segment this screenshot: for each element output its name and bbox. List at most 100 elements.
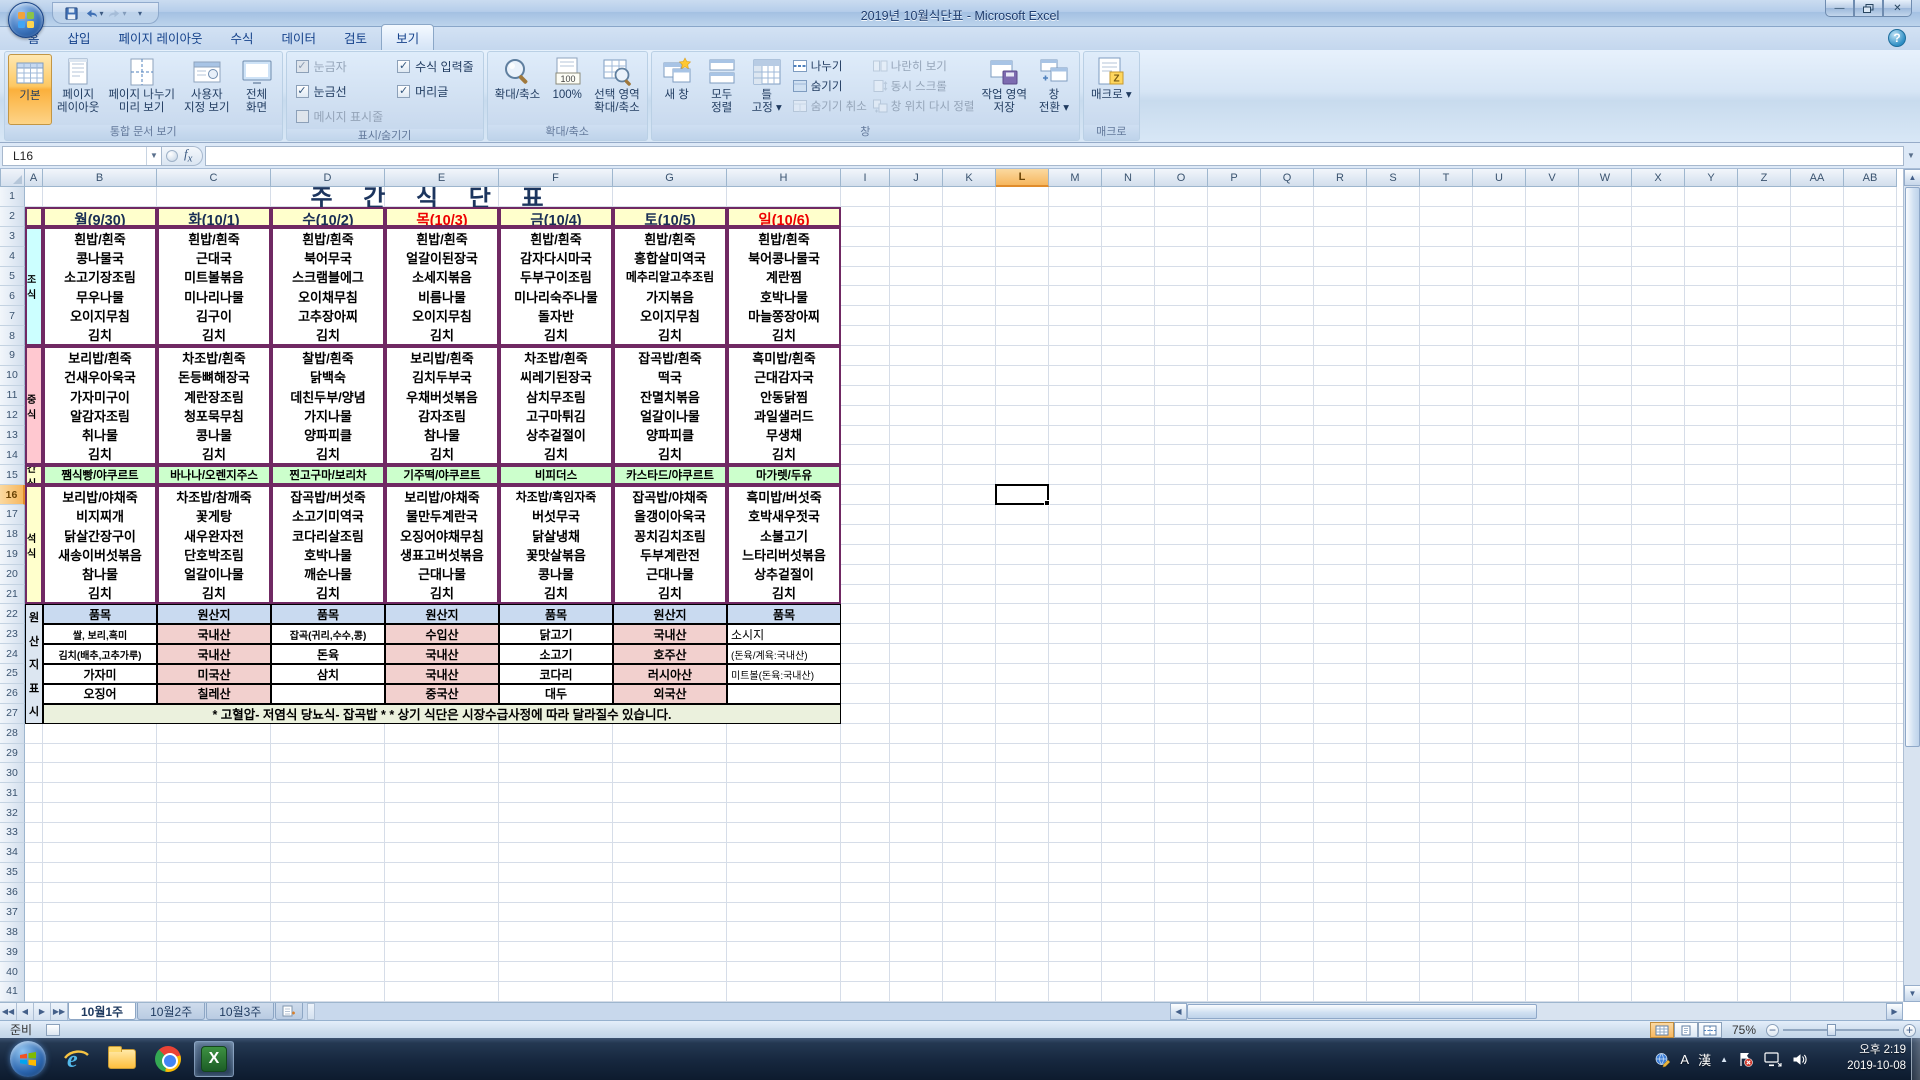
scroll-down-button[interactable]: ▼ <box>1904 985 1920 1002</box>
origin-header-cell[interactable]: 원산지 <box>385 604 499 625</box>
vertical-scroll-thumb[interactable] <box>1905 187 1920 747</box>
column-header-A[interactable]: A <box>25 169 43 187</box>
sheet-tab-10월1주[interactable]: 10월1주 <box>68 1003 137 1020</box>
menu-day-cell[interactable]: 흑미밥/버섯죽 호박새우젓국 소불고기 느타리버섯볶음 상추겉절이 김치 <box>727 485 841 605</box>
origin-cell[interactable]: 코다리 <box>499 664 613 684</box>
taskbar-clock[interactable]: 오후 2:19 2019-10-08 <box>1847 1042 1906 1074</box>
origin-cell[interactable]: 국내산 <box>385 644 499 665</box>
origin-cell[interactable]: 칠레산 <box>157 683 271 704</box>
row-header-5[interactable]: 5 <box>0 266 25 287</box>
row-header-34[interactable]: 34 <box>0 842 25 863</box>
sheet-grid[interactable]: 주 간 식 단 표 월(9/30) 화(10/1) 수(10/2) 목(10/3) 금(1… <box>25 187 1903 1002</box>
origin-cell[interactable]: 쌀, 보리,흑미 <box>43 624 157 645</box>
row-header-29[interactable]: 29 <box>0 743 25 764</box>
snack-cell[interactable]: 카스타드/야쿠르트 <box>613 465 727 486</box>
row-header-21[interactable]: 21 <box>0 584 25 605</box>
row-header-20[interactable]: 20 <box>0 564 25 585</box>
row-header-12[interactable]: 12 <box>0 405 25 426</box>
column-header-L[interactable]: L <box>996 169 1049 187</box>
page-layout-view-button[interactable]: 페이지 레이아웃 <box>53 54 103 125</box>
menu-day-cell[interactable]: 흰밥/흰죽 홍합살미역국 메추리알고추조림 가지볶음 오이지무침 김치 <box>613 226 727 347</box>
chrome-button[interactable] <box>148 1041 188 1077</box>
column-header-E[interactable]: E <box>385 169 499 187</box>
expand-formula-bar-button[interactable]: ▼ <box>1904 146 1918 166</box>
split-button[interactable]: 나누기 <box>792 57 867 74</box>
origin-cell[interactable]: 호주산 <box>613 644 727 665</box>
column-header-H[interactable]: H <box>727 169 841 187</box>
hide-button[interactable]: 숨기기 <box>792 77 867 94</box>
row-header-17[interactable]: 17 <box>0 505 25 525</box>
origin-cell[interactable]: (돈육/계육:국내산) <box>727 644 841 665</box>
new-window-button[interactable]: 새 창 <box>655 54 699 125</box>
day-header-cell[interactable]: 토(10/5) <box>613 206 727 227</box>
menu-day-cell[interactable]: 잡곡밥/야채죽 올갱이아욱국 꽁치김치조림 두부계란전 근대나물 김치 <box>613 485 727 605</box>
row-header-4[interactable]: 4 <box>0 246 25 267</box>
origin-cell[interactable]: 국내산 <box>157 644 271 665</box>
menu-day-cell[interactable]: 흑미밥/흰죽 근대감자국 안동닭찜 과일샐러드 무생채 김치 <box>727 346 841 466</box>
row-header-22[interactable]: 22 <box>0 604 25 625</box>
menu-day-cell[interactable]: 잡곡밥/흰죽 떡국 잔멸치볶음 얼갈이나물 양파피클 김치 <box>613 346 727 466</box>
column-header-Q[interactable]: Q <box>1261 169 1314 187</box>
column-header-AA[interactable]: AA <box>1791 169 1844 187</box>
snack-cell[interactable]: 바나나/오렌지주스 <box>157 465 271 486</box>
zoom-level-label[interactable]: 75% <box>1728 1023 1760 1037</box>
freeze-panes-button[interactable]: 틀 고정 ▾ <box>745 54 789 125</box>
restore-button[interactable] <box>1854 0 1883 17</box>
origin-cell[interactable]: 오징어 <box>43 683 157 704</box>
ribbon-tab-삽입[interactable]: 삽입 <box>54 25 105 50</box>
note-row[interactable]: * 고혈압- 저염식 당뇨식- 잡곡밥 * * 상기 식단은 시장수급사정에 따… <box>43 703 841 724</box>
row-header-19[interactable]: 19 <box>0 544 25 565</box>
menu-day-cell[interactable]: 흰밥/흰죽 북어무국 스크램블에그 오이채무침 고추장아찌 김치 <box>271 226 385 347</box>
row-header-40[interactable]: 40 <box>0 962 25 982</box>
ribbon-tab-수식[interactable]: 수식 <box>217 25 268 50</box>
custom-views-button[interactable]: 사용자 지정 보기 <box>180 54 234 125</box>
formula-bar-checkbox[interactable]: ✓ 수식 입력줄 <box>397 58 474 75</box>
snack-cell[interactable]: 찐고구마/보리차 <box>271 465 385 486</box>
ime-hanja-indicator[interactable]: 漢 <box>1698 1050 1711 1069</box>
day-header-cell[interactable]: 화(10/1) <box>157 206 271 227</box>
sheet-tab-10월2주[interactable]: 10월2주 <box>137 1003 206 1020</box>
row-header-8[interactable]: 8 <box>0 326 25 346</box>
zoom-button[interactable]: 확대/축소 <box>491 54 545 125</box>
menu-day-cell[interactable]: 찰밥/흰죽 닭백숙 데친두부/양념 가지나물 양파피클 김치 <box>271 346 385 466</box>
tab-split-handle[interactable] <box>307 1003 316 1020</box>
volume-icon[interactable] <box>1791 1051 1808 1068</box>
column-header-K[interactable]: K <box>943 169 996 187</box>
row-header-6[interactable]: 6 <box>0 286 25 307</box>
origin-cell[interactable]: 미트볼(돈육:국내산) <box>727 664 841 684</box>
zoom-in-button[interactable]: + <box>1903 1023 1916 1037</box>
column-header-AB[interactable]: AB <box>1844 169 1897 187</box>
switch-windows-button[interactable]: 창 전환 ▾ <box>1032 54 1076 125</box>
row-header-13[interactable]: 13 <box>0 425 25 446</box>
minimize-button[interactable]: — <box>1825 0 1854 17</box>
column-header-W[interactable]: W <box>1579 169 1632 187</box>
menu-day-cell[interactable]: 보리밥/흰죽 건새우아욱국 가자미구이 알감자조림 취나물 김치 <box>43 346 157 466</box>
row-header-36[interactable]: 36 <box>0 882 25 903</box>
day-header-cell[interactable]: 금(10/4) <box>499 206 613 227</box>
row-header-26[interactable]: 26 <box>0 683 25 704</box>
row-header-24[interactable]: 24 <box>0 644 25 664</box>
row-header-16[interactable]: 16 <box>0 485 25 505</box>
last-sheet-button[interactable]: ▶▶ <box>51 1003 68 1020</box>
insert-worksheet-button[interactable] <box>275 1003 304 1020</box>
row-header-32[interactable]: 32 <box>0 803 25 823</box>
column-header-T[interactable]: T <box>1420 169 1473 187</box>
origin-cell[interactable]: 소고기 <box>499 644 613 665</box>
scroll-right-button[interactable]: ▶ <box>1886 1003 1903 1020</box>
column-header-F[interactable]: F <box>499 169 613 187</box>
full-screen-button[interactable]: 전체 화면 <box>235 54 279 125</box>
menu-day-cell[interactable]: 잡곡밥/버섯죽 소고기미역국 코다리살조림 호박나물 깨순나물 김치 <box>271 485 385 605</box>
origin-cell[interactable]: 삼치 <box>271 664 385 684</box>
action-center-flag-icon[interactable] <box>1737 1051 1754 1068</box>
ribbon-tab-보기[interactable]: 보기 <box>381 24 435 50</box>
origin-cell[interactable]: 가자미 <box>43 664 157 684</box>
menu-day-cell[interactable]: 흰밥/흰죽 북어콩나물국 계란찜 호박나물 마늘쫑장아찌 김치 <box>727 226 841 347</box>
origin-cell[interactable] <box>271 683 385 704</box>
column-header-Z[interactable]: Z <box>1738 169 1791 187</box>
row-header-30[interactable]: 30 <box>0 763 25 784</box>
row-header-25[interactable]: 25 <box>0 664 25 684</box>
column-header-S[interactable]: S <box>1367 169 1420 187</box>
menu-day-cell[interactable]: 차조밥/참깨죽 꽃게탕 새우완자전 단호박조림 얼갈이나물 김치 <box>157 485 271 605</box>
column-header-C[interactable]: C <box>157 169 271 187</box>
origin-cell[interactable]: 중국산 <box>385 683 499 704</box>
